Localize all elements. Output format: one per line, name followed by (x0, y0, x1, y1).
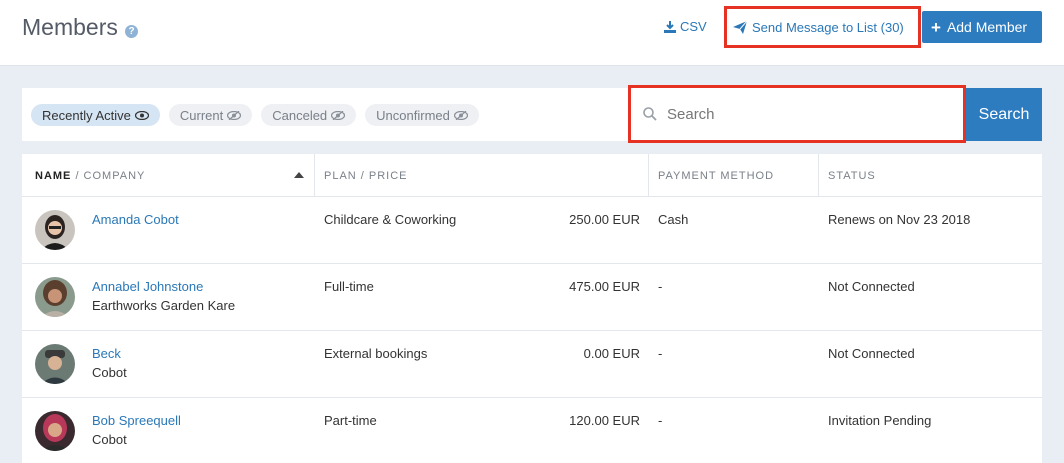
page-header: Members ? CSV Send Message to List (30) … (0, 0, 1064, 66)
member-company: Cobot (92, 365, 127, 380)
filter-label: Canceled (272, 107, 328, 123)
member-company: Earthworks Garden Kare (92, 298, 236, 313)
member-name-cell: Annabel Johnstone Earthworks Garden Kare (92, 279, 235, 313)
table-row[interactable]: Amanda Cobot Childcare & Coworking 250.0… (22, 197, 1042, 264)
filter-label: Recently Active (42, 107, 131, 123)
filter-recently-active[interactable]: Recently Active (31, 104, 160, 126)
column-name-company[interactable]: NAME / COMPANY (22, 154, 315, 197)
table-row[interactable]: Beck Cobot External bookings 0.00 EUR - … (22, 331, 1042, 398)
payment-cell: Cash (658, 212, 689, 227)
table-row[interactable]: Annabel Johnstone Earthworks Garden Kare… (22, 264, 1042, 331)
plan-cell: External bookings (324, 346, 428, 361)
send-message-label: Send Message to List (30) (752, 19, 904, 35)
column-plan-price[interactable]: PLAN / PRICE (315, 154, 649, 197)
price-cell: 250.00 EUR (569, 212, 640, 227)
eye-icon (134, 110, 149, 120)
column-name-label: NAME (35, 169, 72, 182)
filter-label: Current (179, 107, 224, 123)
sort-ascending-icon (294, 172, 304, 178)
avatar (35, 344, 75, 384)
download-icon (664, 20, 676, 33)
filter-bar: Recently Active Current Canceled Unconfi… (22, 88, 628, 141)
column-company-label: / COMPANY (71, 169, 146, 182)
plan-cell: Part-time (324, 413, 377, 428)
payment-cell: - (658, 346, 663, 361)
filter-current[interactable]: Current (168, 104, 253, 126)
plan-cell: Full-time (324, 279, 374, 294)
status-cell: Renews on Nov 23 2018 (828, 212, 971, 227)
avatar (35, 210, 75, 250)
search-icon (643, 107, 657, 121)
eye-slash-icon (227, 110, 242, 120)
add-member-label: Add Member (946, 19, 1028, 35)
eye-slash-icon (453, 110, 468, 120)
price-cell: 475.00 EUR (569, 279, 640, 294)
member-company: Cobot (92, 432, 127, 447)
status-cell: Not Connected (828, 346, 915, 361)
search-button[interactable]: Search (966, 88, 1042, 141)
member-name-cell: Amanda Cobot (92, 212, 179, 227)
add-member-button[interactable]: + Add Member (922, 11, 1042, 43)
status-cell: Not Connected (828, 279, 915, 294)
members-table: NAME / COMPANY PLAN / PRICE PAYMENT METH… (22, 154, 1042, 463)
plus-icon: + (931, 17, 941, 37)
paper-plane-icon (733, 20, 747, 34)
eye-slash-icon (331, 110, 346, 120)
page-title: Members (22, 14, 118, 40)
help-icon[interactable]: ? (125, 25, 138, 38)
send-message-link[interactable]: Send Message to List (30) (724, 6, 921, 48)
member-name-cell: Bob Spreequell Cobot (92, 413, 181, 447)
search-input[interactable] (667, 105, 947, 123)
status-cell: Invitation Pending (828, 413, 932, 428)
price-cell: 0.00 EUR (583, 346, 640, 361)
csv-export-link[interactable]: CSV (664, 19, 707, 34)
avatar (35, 411, 75, 451)
payment-cell: - (658, 413, 663, 428)
member-name-link[interactable]: Beck (92, 346, 121, 361)
filter-canceled[interactable]: Canceled (261, 104, 357, 126)
avatar (35, 277, 75, 317)
member-name-link[interactable]: Annabel Johnstone (92, 279, 203, 294)
filter-pills: Recently Active Current Canceled Unconfi… (31, 104, 479, 126)
table-header: NAME / COMPANY PLAN / PRICE PAYMENT METH… (22, 154, 1042, 197)
member-name-cell: Beck Cobot (92, 346, 127, 380)
plan-cell: Childcare & Coworking (324, 212, 457, 227)
csv-label: CSV (680, 19, 707, 34)
search-box (628, 85, 966, 143)
member-name-link[interactable]: Bob Spreequell (92, 413, 181, 428)
filter-unconfirmed[interactable]: Unconfirmed (365, 104, 479, 126)
column-payment-method[interactable]: PAYMENT METHOD (649, 154, 819, 197)
price-cell: 120.00 EUR (569, 413, 640, 428)
member-name-link[interactable]: Amanda Cobot (92, 212, 179, 227)
filter-label: Unconfirmed (376, 107, 450, 123)
payment-cell: - (658, 279, 663, 294)
column-status[interactable]: STATUS (819, 154, 1042, 197)
table-row[interactable]: Bob Spreequell Cobot Part-time 120.00 EU… (22, 398, 1042, 463)
